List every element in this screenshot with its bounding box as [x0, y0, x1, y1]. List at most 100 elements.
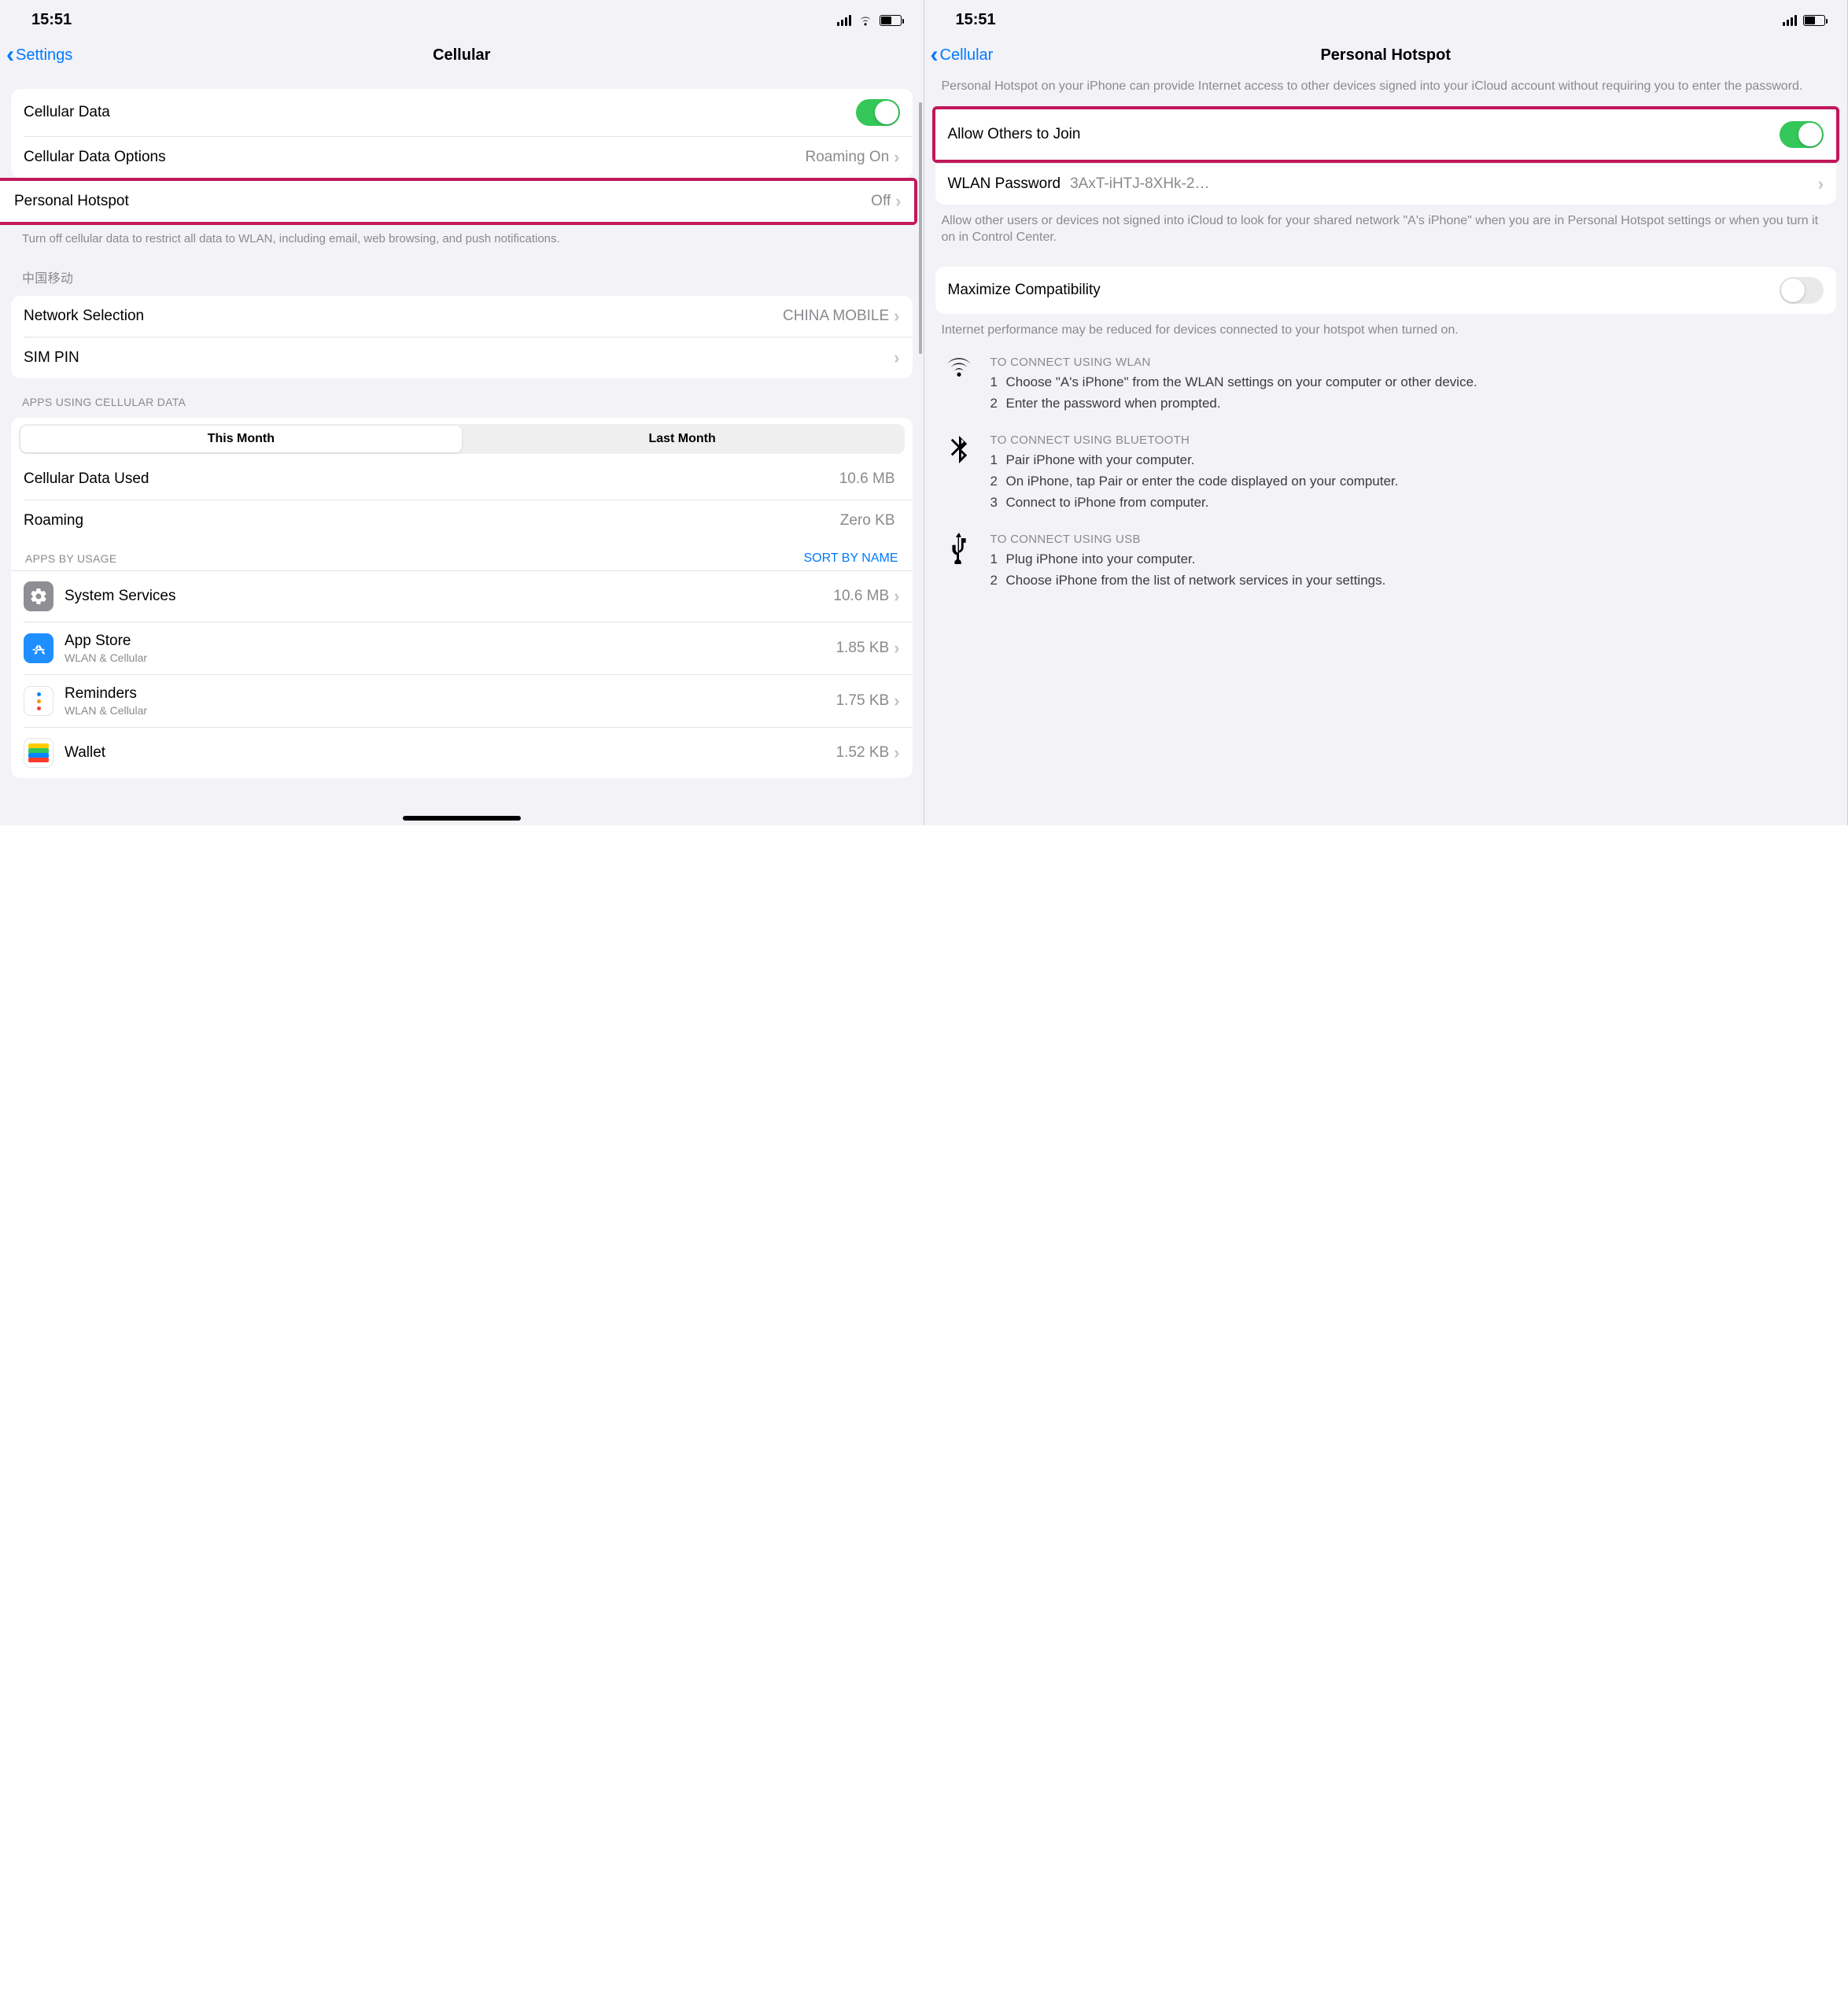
reminders-icon — [24, 686, 53, 716]
instr-step: Choose iPhone from the list of network s… — [1006, 572, 1386, 590]
back-button[interactable]: ‹ Settings — [6, 43, 72, 67]
footer-cellular: Turn off cellular data to restrict all d… — [0, 225, 924, 247]
value: 10.6 MB — [833, 588, 889, 605]
battery-icon — [1803, 15, 1825, 26]
app-sub: WLAN & Cellular — [65, 704, 836, 717]
scrollbar[interactable] — [919, 102, 922, 354]
status-bar: 15:51 — [0, 0, 924, 37]
label: Roaming — [24, 512, 840, 529]
instr-step: Enter the password when prompted. — [1006, 395, 1221, 413]
group-maxcomp: Maximize Compatibility — [935, 267, 1837, 314]
maxcomp-description: Internet performance may be reduced for … — [924, 314, 1848, 339]
gear-icon — [24, 581, 53, 611]
wifi-icon — [946, 356, 972, 378]
row-cellular-data-options[interactable]: Cellular Data Options Roaming On › — [24, 136, 913, 178]
status-time: 15:51 — [956, 11, 996, 29]
home-indicator[interactable] — [403, 816, 521, 821]
status-time: 15:51 — [31, 11, 72, 29]
app-name: Wallet — [65, 744, 836, 762]
label: Cellular Data Used — [24, 470, 839, 488]
detail: Roaming On — [806, 149, 890, 166]
label: WLAN Password — [948, 175, 1061, 193]
row-network-selection[interactable]: Network Selection CHINA MOBILE › — [11, 296, 913, 337]
instr-step: On iPhone, tap Pair or enter the code di… — [1006, 473, 1399, 491]
instr-head: TO CONNECT USING WLAN — [990, 356, 1832, 369]
detail: CHINA MOBILE — [783, 308, 889, 325]
hotspot-description: Personal Hotspot on your iPhone can prov… — [924, 75, 1848, 95]
toggle-allow-others[interactable] — [1780, 121, 1824, 148]
row-app-system-services[interactable]: System Services 10.6 MB › — [11, 570, 913, 622]
value: 1.75 KB — [836, 692, 890, 710]
row-data-used: Cellular Data Used 10.6 MB — [11, 459, 913, 500]
row-roaming: Roaming Zero KB — [24, 500, 913, 540]
row-app-reminders[interactable]: Reminders WLAN & Cellular 1.75 KB › — [24, 674, 913, 727]
highlight-allow-others: Allow Others to Join — [932, 106, 1840, 163]
row-maximize-compatibility[interactable]: Maximize Compatibility — [935, 267, 1837, 314]
nav-bar: ‹ Cellular Personal Hotspot — [924, 37, 1848, 75]
wallet-icon — [24, 738, 53, 768]
row-cellular-data[interactable]: Cellular Data — [11, 89, 913, 136]
chevron-right-icon: › — [894, 586, 899, 607]
status-bar: 15:51 — [924, 0, 1848, 37]
instr-head: TO CONNECT USING USB — [990, 533, 1832, 546]
detail: Off — [871, 193, 891, 210]
label: Cellular Data Options — [24, 149, 806, 166]
usb-icon — [948, 533, 970, 564]
battery-icon — [880, 15, 902, 26]
row-wlan-password[interactable]: WLAN Password 3AxT-iHTJ-8XHk-2… › — [935, 163, 1837, 205]
value: Zero KB — [840, 512, 895, 529]
highlight-personal-hotspot: Personal Hotspot Off › — [0, 178, 917, 225]
value: 10.6 MB — [839, 470, 895, 488]
app-sub: WLAN & Cellular — [65, 651, 836, 664]
appstore-icon — [24, 633, 53, 663]
value: 1.52 KB — [836, 744, 890, 762]
group-carrier: Network Selection CHINA MOBILE › SIM PIN… — [11, 296, 913, 378]
chevron-left-icon: ‹ — [6, 43, 14, 67]
row-app-wallet[interactable]: Wallet 1.52 KB › — [24, 727, 913, 778]
chevron-right-icon: › — [1818, 174, 1824, 194]
instr-head: TO CONNECT USING BLUETOOTH — [990, 433, 1832, 447]
instr-step: Pair iPhone with your computer. — [1006, 452, 1195, 470]
bluetooth-icon — [949, 433, 969, 463]
group-data-usage: This Month Last Month Cellular Data Used… — [11, 418, 913, 778]
value: 1.85 KB — [836, 640, 890, 657]
label: Personal Hotspot — [14, 193, 871, 210]
instr-step: Choose "A's iPhone" from the WLAN settin… — [1006, 374, 1477, 392]
app-name: System Services — [65, 588, 833, 605]
page-title: Cellular — [0, 46, 924, 65]
row-sim-pin[interactable]: SIM PIN › — [24, 337, 913, 378]
chevron-right-icon: › — [894, 147, 899, 168]
row-app-appstore[interactable]: App Store WLAN & Cellular 1.85 KB › — [24, 622, 913, 674]
sort-by-name-link[interactable]: SORT BY NAME — [803, 551, 898, 566]
toggle-cellular-data[interactable] — [856, 99, 900, 126]
segment-last-month[interactable]: Last Month — [462, 426, 903, 452]
cellular-signal-icon — [837, 15, 851, 26]
segment-this-month[interactable]: This Month — [20, 426, 462, 452]
app-name: Reminders — [65, 685, 836, 703]
group-cellular: Cellular Data Cellular Data Options Roam… — [11, 89, 913, 178]
instructions-usb: TO CONNECT USING USB 1Plug iPhone into y… — [924, 515, 1848, 593]
instructions-wlan: TO CONNECT USING WLAN 1Choose "A's iPhon… — [924, 338, 1848, 416]
header-label: APPS BY USAGE — [25, 552, 116, 565]
cellular-signal-icon — [1783, 15, 1797, 26]
password-value: 3AxT-iHTJ-8XHk-2… — [1070, 175, 1813, 193]
segmented-period[interactable]: This Month Last Month — [19, 424, 905, 454]
chevron-right-icon: › — [894, 348, 899, 368]
allow-others-description: Allow other users or devices not signed … — [924, 205, 1848, 246]
app-name: App Store — [65, 633, 836, 650]
label: Cellular Data — [24, 104, 856, 121]
row-allow-others[interactable]: Allow Others to Join — [935, 109, 1837, 160]
label: Network Selection — [24, 308, 783, 325]
screen-cellular: 15:51 ‹ Settings Cellular Cellular Data … — [0, 0, 924, 825]
screen-personal-hotspot: 15:51 ‹ Cellular Personal Hotspot Person… — [924, 0, 1848, 825]
chevron-right-icon: › — [895, 191, 901, 212]
toggle-maximize-compatibility[interactable] — [1780, 277, 1824, 304]
instructions-bluetooth: TO CONNECT USING BLUETOOTH 1Pair iPhone … — [924, 416, 1848, 515]
back-button[interactable]: ‹ Cellular — [931, 43, 994, 67]
row-personal-hotspot[interactable]: Personal Hotspot Off › — [0, 181, 914, 222]
apps-using-data-header: APPS USING CELLULAR DATA — [0, 378, 924, 413]
chevron-right-icon: › — [894, 638, 899, 658]
label: Maximize Compatibility — [948, 282, 1780, 299]
carrier-header: 中国移动 — [0, 247, 924, 291]
chevron-right-icon: › — [894, 306, 899, 326]
